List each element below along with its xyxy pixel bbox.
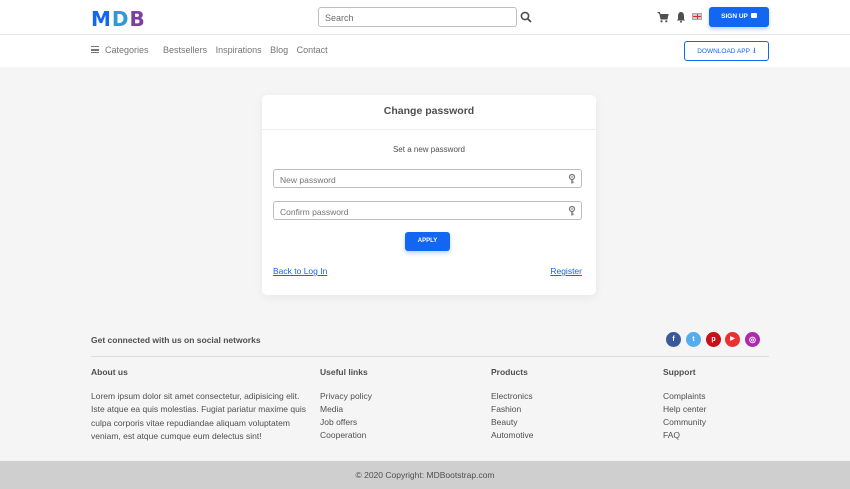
lock-icon [750, 13, 757, 18]
twitter-icon[interactable]: t [686, 332, 701, 347]
card-subtitle: Set a new password [392, 145, 466, 154]
nav-item-categories[interactable]: Categories [91, 45, 155, 55]
youtube-icon[interactable]: ▶ [725, 332, 740, 347]
footer-link-automotive[interactable]: Automotive [491, 429, 534, 442]
copyright-link[interactable]: MDBootstrap.com [426, 470, 494, 480]
key-icon [568, 174, 576, 184]
footer-link-beauty[interactable]: Beauty [491, 416, 534, 429]
download-app-button[interactable]: DOWNLOAD APP ⭳ [684, 41, 769, 61]
footer-link-fashion[interactable]: Fashion [491, 403, 534, 416]
change-password-card: Change password Set a new password APPLY… [262, 95, 596, 295]
confirm-password-input[interactable] [274, 203, 581, 221]
nav-menu: Categories Bestsellers Inspirations Blog… [91, 45, 334, 55]
footer-heading-about: About us [91, 367, 128, 377]
bell-icon[interactable] [676, 11, 686, 23]
pinterest-icon[interactable]: p [706, 332, 721, 347]
new-password-input[interactable] [274, 171, 581, 189]
mdb-logo[interactable]: MDB [91, 7, 146, 31]
nav-item-blog[interactable]: Blog [270, 45, 288, 55]
facebook-icon[interactable]: f [666, 332, 681, 347]
footer-link-community[interactable]: Community [663, 416, 706, 429]
footer-heading-support: Support [663, 367, 696, 377]
nav-label-categories: Categories [105, 45, 149, 55]
instagram-icon[interactable]: ◎ [745, 332, 760, 347]
logo-letter-m: M [91, 7, 112, 31]
footer-link-media[interactable]: Media [320, 403, 372, 416]
download-app-label: DOWNLOAD APP [697, 48, 750, 55]
about-text: Lorem ipsum dolor sit amet consectetur, … [91, 391, 306, 441]
download-icon: ⭳ [752, 46, 756, 55]
footer-col-about: About us Lorem ipsum dolor sit amet cons… [91, 367, 311, 443]
nav-item-bestsellers[interactable]: Bestsellers [163, 45, 207, 55]
copyright-text: © 2020 Copyright: [355, 470, 425, 480]
footer-link-privacy-policy[interactable]: Privacy policy [320, 390, 372, 403]
footer-col-support: Support Complaints Help center Community… [663, 367, 706, 442]
footer-link-electronics[interactable]: Electronics [491, 390, 534, 403]
key-icon [568, 206, 576, 216]
flag-uk-icon[interactable] [692, 13, 702, 20]
search-input[interactable] [319, 9, 516, 27]
search-icon[interactable] [520, 10, 532, 24]
footer-link-faq[interactable]: FAQ [663, 429, 706, 442]
confirm-password-field[interactable] [273, 201, 582, 221]
footer-link-cooperation[interactable]: Cooperation [320, 429, 372, 442]
back-to-login-link[interactable]: Back to Log In [273, 266, 327, 276]
footer-link-job-offers[interactable]: Job offers [320, 416, 372, 429]
logo-letter-d: D [111, 7, 130, 31]
footer-link-help-center[interactable]: Help center [663, 403, 706, 416]
footer-col-useful-links: Useful links Privacy policy Media Job of… [320, 367, 372, 442]
footer-heading-products: Products [491, 367, 528, 377]
apply-button[interactable]: APPLY [405, 232, 450, 251]
register-link[interactable]: Register [550, 266, 582, 276]
footer-heading-useful-links: Useful links [320, 367, 368, 377]
footer-col-products: Products Electronics Fashion Beauty Auto… [491, 367, 534, 442]
menu-icon [91, 46, 99, 53]
footer-link-complaints[interactable]: Complaints [663, 390, 706, 403]
nav-item-inspirations[interactable]: Inspirations [216, 45, 262, 55]
footer-divider [91, 356, 769, 357]
cart-icon[interactable] [657, 11, 669, 23]
sign-up-label: SIGN UP [721, 13, 748, 20]
new-password-field[interactable] [273, 169, 582, 189]
logo-letter-b: B [129, 7, 146, 31]
card-title: Change password [262, 95, 596, 130]
copyright-bar: © 2020 Copyright: MDBootstrap.com [0, 461, 850, 489]
search-field[interactable] [318, 7, 517, 27]
nav-item-contact[interactable]: Contact [297, 45, 328, 55]
social-title: Get connected with us on social networks [91, 335, 261, 345]
top-header: MDB SIGN UP [0, 0, 850, 35]
sign-up-button[interactable]: SIGN UP [709, 7, 769, 27]
